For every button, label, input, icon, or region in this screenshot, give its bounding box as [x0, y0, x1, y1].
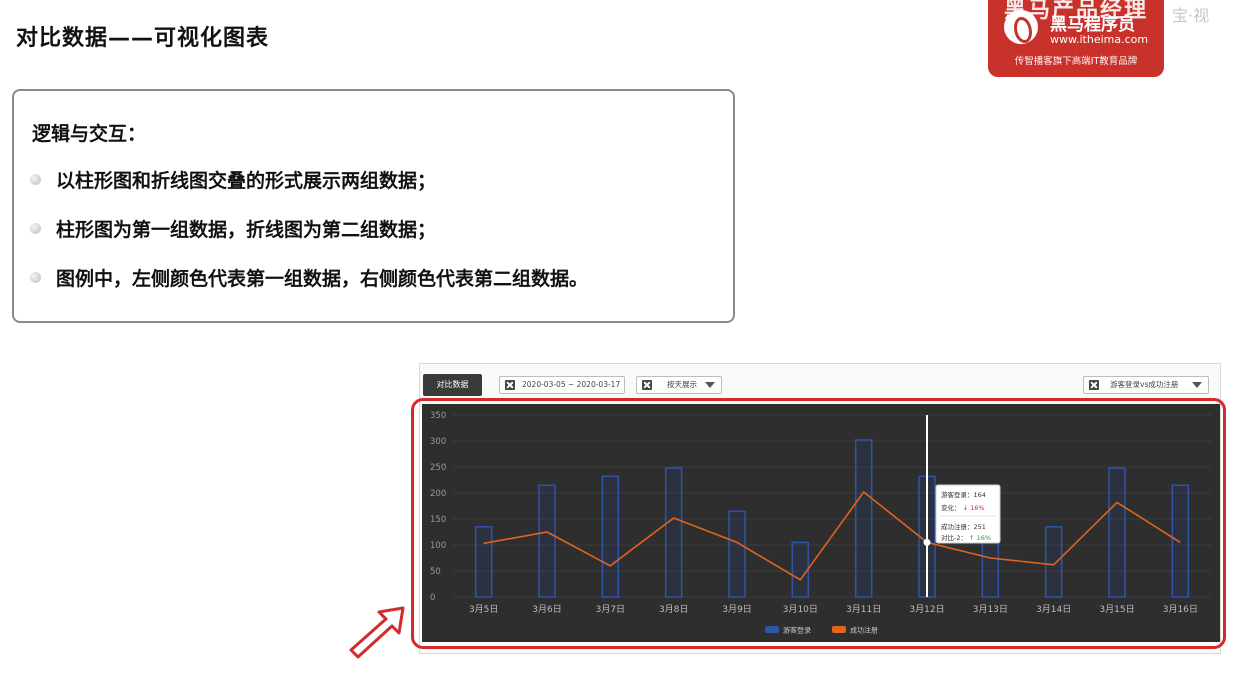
y-tick-label: 100: [430, 541, 446, 551]
pointer-arrow-icon: [349, 606, 405, 659]
x-tick-label: 3月15日: [1099, 604, 1134, 615]
tooltip-row: 对比-2： ↑ 16%: [941, 533, 991, 542]
logo-brand: 黑马程序员: [1050, 15, 1135, 35]
bullet-item: 图例中，左侧颜色代表第一组数据，右侧颜色代表第二组数据。: [30, 264, 588, 291]
y-tick-label: 150: [430, 515, 446, 525]
chevron-down-icon: [1192, 382, 1202, 388]
bar: [1044, 526, 1063, 598]
x-tick-label: 3月7日: [596, 604, 625, 615]
y-tick-label: 0: [430, 593, 435, 603]
bullet-dot-icon: [30, 223, 41, 234]
x-tick-label: 3月11日: [846, 604, 881, 615]
x-tick-label: 3月10日: [783, 604, 818, 615]
compare-data-widget: 对比数据 2020-03-05 ~ 2020-03-17 按天展示 游客登录vs…: [419, 363, 1221, 654]
logo-slogan: 传智播客旗下高端IT教育品牌: [1014, 56, 1138, 67]
compare-metric-value: 游客登录vs成功注册: [1110, 380, 1179, 389]
x-tick-label: 3月13日: [973, 604, 1008, 615]
logo-url: www.itheima.com: [1050, 33, 1149, 46]
y-tick-label: 200: [430, 489, 446, 499]
x-tick-label: 3月8日: [659, 604, 688, 615]
y-tick-label: 300: [430, 437, 446, 447]
bar: [854, 439, 873, 598]
logic-interaction-box: 逻辑与交互： 以柱形图和折线图交叠的形式展示两组数据； 柱形图为第一组数据，折线…: [12, 89, 735, 323]
tooltip-row: 游客登录：164: [941, 490, 986, 499]
x-tick-label: 3月14日: [1036, 604, 1071, 615]
x-tick-label: 3月12日: [909, 604, 944, 615]
date-range-picker[interactable]: 2020-03-05 ~ 2020-03-17: [499, 376, 625, 394]
tooltip-row: 成功注册：251: [941, 522, 986, 531]
hover-point: [923, 538, 931, 546]
bar: [601, 475, 620, 598]
chart-svg: 0 50 100 150 200 250 300 350 3月5日 3月6日 3月7日 3月8日 3月9…: [430, 411, 1212, 635]
select-icon: [642, 380, 652, 390]
bullet-text: 柱形图为第一组数据，折线图为第二组数据；: [56, 219, 437, 241]
bullet-text: 以柱形图和折线图交叠的形式展示两组数据；: [56, 170, 437, 192]
legend-label: 成功注册: [850, 626, 878, 635]
bullet-item: 以柱形图和折线图交叠的形式展示两组数据；: [30, 166, 436, 193]
logic-heading: 逻辑与交互：: [32, 123, 147, 145]
x-tick-label: 3月9日: [722, 604, 751, 615]
calendar-icon: [505, 380, 515, 390]
x-tick-label: 3月6日: [532, 604, 561, 615]
x-tick-label: 3月16日: [1163, 604, 1198, 615]
y-tick-label: 350: [430, 411, 446, 421]
legend-swatch: [832, 626, 846, 633]
bar: [1171, 484, 1190, 598]
date-range-value: 2020-03-05 ~ 2020-03-17: [522, 380, 621, 389]
bullet-item: 柱形图为第一组数据，折线图为第二组数据；: [30, 215, 436, 242]
line-series: [483, 490, 1181, 581]
tab-compare-data[interactable]: 对比数据: [423, 374, 482, 396]
chevron-down-icon: [705, 382, 715, 388]
bar: [474, 526, 493, 598]
bar: [728, 510, 746, 598]
tooltip-row: 变化： ↓ 16%: [941, 503, 985, 512]
watermark-overlay-text: 宝·视: [1172, 6, 1210, 25]
y-tick-label: 50: [430, 567, 441, 577]
compare-metric-select[interactable]: 游客登录vs成功注册: [1083, 376, 1209, 394]
bar: [664, 467, 683, 598]
combo-chart[interactable]: 0 50 100 150 200 250 300 350 3月5日 3月6日 3月7日 3月8日 3月9…: [422, 404, 1220, 642]
display-mode-select[interactable]: 按天展示: [636, 376, 722, 394]
legend-swatch: [765, 626, 779, 633]
bullet-text: 图例中，左侧颜色代表第一组数据，右侧颜色代表第二组数据。: [56, 268, 589, 290]
select-icon: [1089, 380, 1099, 390]
x-tick-label: 3月5日: [469, 604, 498, 615]
bullet-dot-icon: [30, 272, 41, 283]
itheima-logo: 黑马产品经理 黑马程序员 www.itheima.com 传智播客旗下高端IT教…: [988, 0, 1164, 77]
bar: [538, 484, 556, 598]
bullet-dot-icon: [30, 174, 41, 185]
display-mode-value: 按天展示: [667, 380, 697, 389]
bar: [1108, 467, 1126, 598]
logo-emblem-icon: [1004, 10, 1038, 44]
slide-title: 对比数据——可视化图表: [16, 26, 270, 51]
bar: [791, 541, 810, 598]
y-tick-label: 250: [430, 463, 446, 473]
legend-label: 游客登录: [783, 626, 811, 635]
